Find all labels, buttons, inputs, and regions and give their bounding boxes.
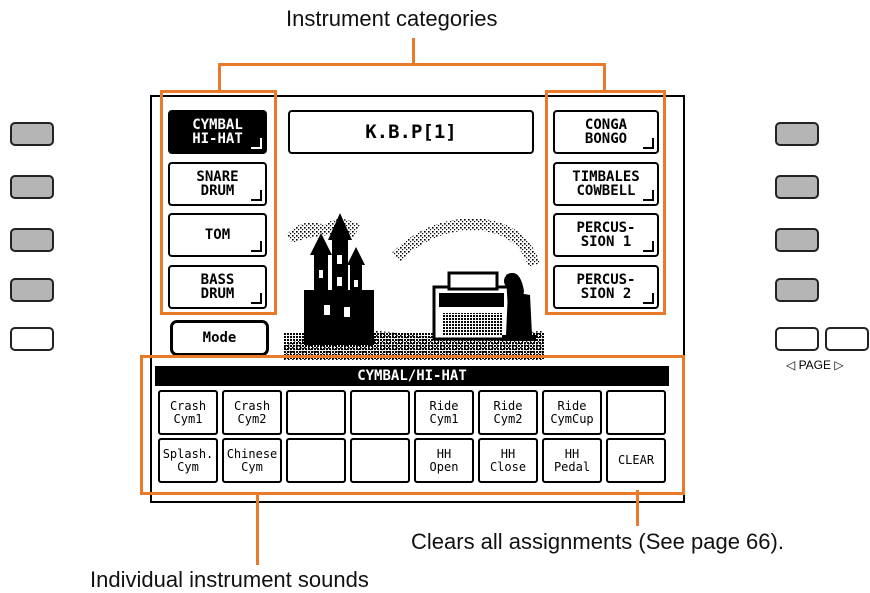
screen-title: K.B.P[1] <box>288 110 534 154</box>
section-title-bar: CYMBAL/HI-HAT <box>155 366 669 386</box>
sound-cell[interactable] <box>286 390 346 435</box>
callout-individual-sounds: Individual instrument sounds <box>90 567 369 592</box>
right-panel-button-1[interactable] <box>775 122 819 146</box>
sound-cell[interactable]: HH Open <box>414 438 474 483</box>
left-categories-outline <box>160 90 277 315</box>
sound-cell[interactable] <box>350 438 410 483</box>
sound-cell[interactable]: Splash. Cym <box>158 438 218 483</box>
sound-cell[interactable]: HH Pedal <box>542 438 602 483</box>
sound-cell[interactable]: Ride Cym1 <box>414 390 474 435</box>
sound-cell[interactable]: Ride CymCup <box>542 390 602 435</box>
castle-organist-illustration <box>284 213 544 360</box>
left-panel-button-2[interactable] <box>10 175 54 199</box>
left-panel-button-3[interactable] <box>10 228 54 252</box>
categories-bracket-right <box>603 63 606 91</box>
sound-cell[interactable]: Crash Cym2 <box>222 390 282 435</box>
right-categories-outline <box>545 90 666 315</box>
right-panel-button-2[interactable] <box>775 175 819 199</box>
right-panel-button-3[interactable] <box>775 228 819 252</box>
sound-cell[interactable]: Crash Cym1 <box>158 390 218 435</box>
callout-clear: Clears all assignments (See page 66). <box>411 529 784 554</box>
page-label: ◁ PAGE ▷ <box>786 358 844 372</box>
right-panel-button-4[interactable] <box>775 278 819 302</box>
left-panel-button-1[interactable] <box>10 122 54 146</box>
page-right-button[interactable] <box>825 327 869 351</box>
sound-cell[interactable]: Ride Cym2 <box>478 390 538 435</box>
sound-cell[interactable] <box>606 390 666 435</box>
sound-cell[interactable] <box>286 438 346 483</box>
sound-cell[interactable]: Chinese Cym <box>222 438 282 483</box>
mode-button[interactable]: Mode <box>170 320 269 356</box>
left-panel-button-5[interactable] <box>10 327 54 351</box>
clear-connector <box>636 490 639 526</box>
callout-instrument-categories: Instrument categories <box>286 6 498 31</box>
categories-bracket <box>218 63 606 66</box>
page-left-button[interactable] <box>775 327 819 351</box>
sound-cell[interactable] <box>350 390 410 435</box>
categories-connector <box>412 38 415 66</box>
categories-bracket-left <box>218 63 221 91</box>
left-panel-button-4[interactable] <box>10 278 54 302</box>
sounds-connector <box>256 493 259 565</box>
clear-button[interactable]: CLEAR <box>606 438 666 483</box>
sound-cell[interactable]: HH Close <box>478 438 538 483</box>
